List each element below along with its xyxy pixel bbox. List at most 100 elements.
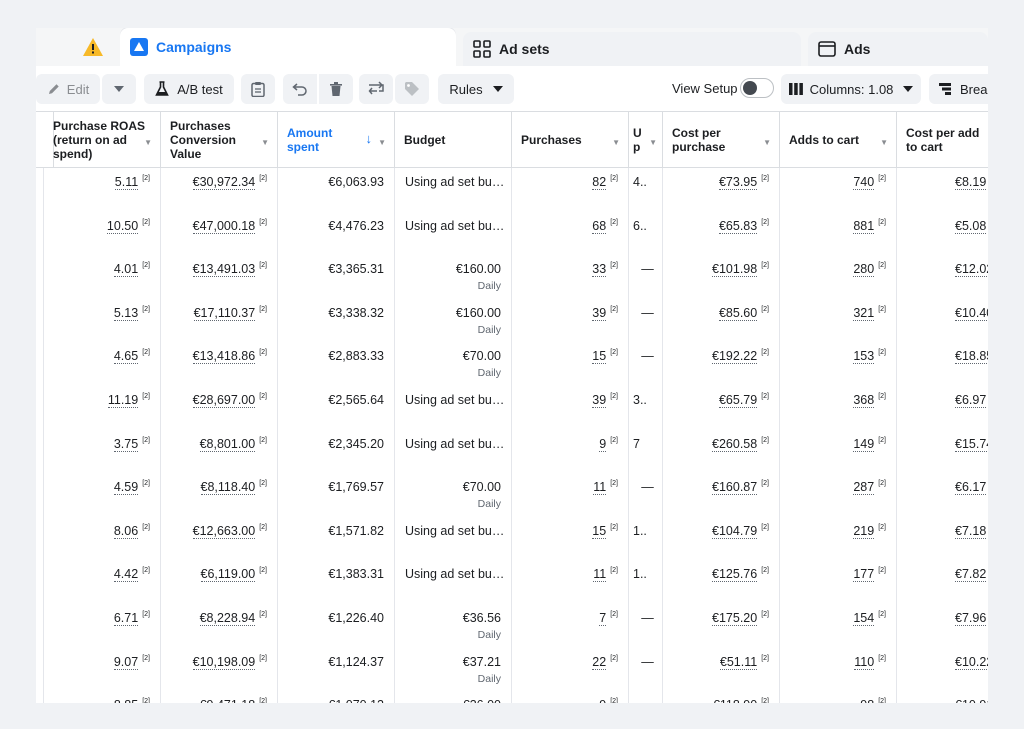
column-header-conversion-value[interactable]: Purchases Conversion Value ▼ bbox=[161, 112, 278, 168]
cell-adds-to-cart[interactable]: 881 [2] bbox=[780, 211, 897, 256]
warning-tab[interactable] bbox=[36, 28, 114, 66]
tab-campaigns[interactable]: Campaigns bbox=[120, 28, 456, 66]
cell-roas[interactable]: 11.19 [2] bbox=[44, 386, 161, 430]
cell-conversion-value[interactable]: €47,000.18 [2] bbox=[161, 211, 278, 256]
cell-purchases[interactable]: 68 [2] bbox=[512, 211, 629, 256]
table-row[interactable]: 9.07 [2] €10,198.09 [2] €1,124.37 €37.21 Daily… bbox=[36, 647, 988, 692]
edit-dropdown-button[interactable] bbox=[102, 74, 136, 104]
column-header-budget[interactable]: Budget bbox=[395, 112, 512, 168]
cell-conversion-value[interactable]: €8,228.94 [2] bbox=[161, 604, 278, 648]
cell-conversion-value[interactable]: €17,110.37 [2] bbox=[161, 298, 278, 343]
view-setup-toggle[interactable] bbox=[740, 78, 774, 98]
cell-conversion-value[interactable]: €8,801.00 [2] bbox=[161, 429, 278, 474]
cell-purchases[interactable]: 82 [2] bbox=[512, 168, 629, 212]
table-row[interactable]: 4.01 [2] €13,491.03 [2] €3,365.31 €160.00 Dail… bbox=[36, 255, 988, 299]
cell-adds-to-cart[interactable]: 153 [2] bbox=[780, 342, 897, 386]
cell-roas[interactable]: 4.42 [2] bbox=[44, 560, 161, 604]
cell-roas[interactable]: 10.50 [2] bbox=[44, 211, 161, 256]
cell-cost-per-add-to-cart[interactable]: €5.08 bbox=[897, 212, 988, 256]
table-row[interactable]: 4.42 [2] €6,119.00 [2] €1,383.31 Using ad set… bbox=[36, 560, 988, 604]
cell-cost-per-purchase[interactable]: €101.98 [2] bbox=[663, 255, 780, 299]
cell-roas[interactable]: 4.01 [2] bbox=[44, 255, 161, 299]
cell-conversion-value[interactable]: €13,418.86 [2] bbox=[161, 342, 278, 386]
table-row[interactable]: 10.50 [2] €47,000.18 [2] €4,476.23 Using ad s… bbox=[36, 211, 988, 256]
cell-cost-per-add-to-cart[interactable]: €7.96 bbox=[897, 604, 988, 648]
export-button[interactable] bbox=[359, 74, 393, 104]
cell-cost-per-add-to-cart[interactable]: €6.97 bbox=[897, 386, 988, 430]
table-row[interactable]: 4.59 [2] €8,118.40 [2] €1,769.57 €70.00 Daily 1… bbox=[36, 473, 988, 517]
columns-button[interactable]: Columns: 1.08 bbox=[781, 74, 921, 104]
cell-adds-to-cart[interactable]: 321 [2] bbox=[780, 298, 897, 343]
cell-cost-per-purchase[interactable]: €260.58 [2] bbox=[663, 429, 780, 474]
cell-conversion-value[interactable]: €28,697.00 [2] bbox=[161, 386, 278, 430]
cell-cost-per-purchase[interactable]: €65.83 [2] bbox=[663, 211, 780, 256]
tab-ads[interactable]: Ads bbox=[808, 32, 988, 66]
cell-conversion-value[interactable]: €12,663.00 [2] bbox=[161, 516, 278, 561]
ab-test-button[interactable]: A/B test bbox=[144, 74, 234, 104]
cell-cost-per-add-to-cart[interactable]: €8.19 bbox=[897, 168, 988, 212]
column-header-adds-to-cart[interactable]: Adds to cart ▼ bbox=[780, 112, 897, 168]
table-row[interactable]: 4.65 [2] €13,418.86 [2] €2,883.33 €70.00 Daily… bbox=[36, 342, 988, 386]
cell-roas[interactable]: 5.11 [2] bbox=[44, 168, 161, 212]
cell-cost-per-purchase[interactable]: €65.79 [2] bbox=[663, 386, 780, 430]
cell-cost-per-add-to-cart[interactable]: €18.85 bbox=[897, 342, 988, 386]
cell-purchases[interactable]: 11 [2] bbox=[512, 473, 629, 517]
cell-purchases[interactable]: 33 [2] bbox=[512, 255, 629, 299]
cell-cost-per-add-to-cart[interactable]: €10.40 bbox=[897, 299, 988, 343]
table-row[interactable]: 8.85[2]€9,471.18[2]€1,070.12€36.00Daily9… bbox=[36, 691, 988, 703]
cell-adds-to-cart[interactable]: 368 [2] bbox=[780, 386, 897, 430]
column-header-cost-per-add-to-cart[interactable]: Cost per add to cart bbox=[897, 112, 988, 168]
undo-button[interactable] bbox=[283, 74, 317, 104]
cell-cost-per-add-to-cart[interactable]: €7.18 bbox=[897, 517, 988, 561]
cell-cost-per-add-to-cart[interactable]: €12.02 bbox=[897, 255, 988, 299]
cell-cost-per-purchase[interactable]: €118.90[2] bbox=[663, 691, 780, 703]
cell-cost-per-add-to-cart[interactable]: €15.74 bbox=[897, 430, 988, 474]
cell-purchases[interactable]: 9[2] bbox=[512, 429, 629, 474]
cell-cost-per-add-to-cart[interactable]: €10.91 bbox=[897, 691, 988, 703]
table-row[interactable]: 6.71 [2] €8,228.94 [2] €1,226.40 €36.56 Daily 7… bbox=[36, 604, 988, 648]
cell-adds-to-cart[interactable]: 110 [2] bbox=[780, 647, 897, 692]
cell-conversion-value[interactable]: €6,119.00 [2] bbox=[161, 560, 278, 604]
cell-purchases[interactable]: 22 [2] bbox=[512, 647, 629, 692]
cell-cost-per-add-to-cart[interactable]: €7.82 bbox=[897, 560, 988, 604]
column-header-truncated[interactable]: U p ▼ bbox=[629, 112, 663, 168]
cell-purchases[interactable]: 39 [2] bbox=[512, 386, 629, 430]
tag-button[interactable] bbox=[395, 74, 429, 104]
cell-conversion-value[interactable]: €30,972.34 [2] bbox=[161, 168, 278, 212]
table-row[interactable]: 8.06 [2] €12,663.00 [2] €1,571.82 Using ad se… bbox=[36, 516, 988, 561]
cell-cost-per-purchase[interactable]: €104.79 [2] bbox=[663, 516, 780, 561]
cell-adds-to-cart[interactable]: 740 [2] bbox=[780, 168, 897, 212]
cell-roas[interactable]: 8.85[2] bbox=[44, 691, 161, 703]
cell-adds-to-cart[interactable]: 280 [2] bbox=[780, 255, 897, 299]
cell-cost-per-purchase[interactable]: €160.87 [2] bbox=[663, 473, 780, 517]
cell-roas[interactable]: 8.06 [2] bbox=[44, 516, 161, 561]
rules-button[interactable]: Rules bbox=[438, 74, 514, 104]
cell-cost-per-add-to-cart[interactable]: €6.17 bbox=[897, 473, 988, 517]
cell-cost-per-purchase[interactable]: €175.20 [2] bbox=[663, 604, 780, 648]
cell-conversion-value[interactable]: €9,471.18[2] bbox=[161, 691, 278, 703]
column-header-amount-spent[interactable]: Amount spent ↓ ▼ bbox=[278, 112, 395, 168]
cell-roas[interactable]: 9.07 [2] bbox=[44, 647, 161, 692]
cell-purchases[interactable]: 39 [2] bbox=[512, 298, 629, 343]
delete-button[interactable] bbox=[319, 74, 353, 104]
tab-ad-sets[interactable]: Ad sets bbox=[463, 32, 801, 66]
cell-cost-per-purchase[interactable]: €51.11 [2] bbox=[663, 647, 780, 692]
column-header-cost-per-purchase[interactable]: Cost per purchase ▼ bbox=[663, 112, 780, 168]
table-row[interactable]: 3.75 [2] €8,801.00 [2] €2,345.20 Using ad set… bbox=[36, 429, 988, 474]
cell-roas[interactable]: 5.13 [2] bbox=[44, 298, 161, 343]
cell-cost-per-purchase[interactable]: €73.95 [2] bbox=[663, 168, 780, 212]
breakdown-button[interactable]: Breal bbox=[929, 74, 988, 104]
cell-roas[interactable]: 6.71 [2] bbox=[44, 604, 161, 648]
duplicate-button[interactable] bbox=[241, 74, 275, 104]
cell-conversion-value[interactable]: €13,491.03 [2] bbox=[161, 255, 278, 299]
cell-purchases[interactable]: 11 [2] bbox=[512, 560, 629, 604]
cell-purchases[interactable]: 7 [2] bbox=[512, 604, 629, 648]
cell-adds-to-cart[interactable]: 219 [2] bbox=[780, 516, 897, 561]
cell-roas[interactable]: 4.65 [2] bbox=[44, 342, 161, 386]
table-row[interactable]: 11.19 [2] €28,697.00 [2] €2,565.64 Using ad s… bbox=[36, 386, 988, 430]
cell-roas[interactable]: 3.75 [2] bbox=[44, 429, 161, 474]
cell-purchases[interactable]: 15 [2] bbox=[512, 516, 629, 561]
cell-adds-to-cart[interactable]: 177 [2] bbox=[780, 560, 897, 604]
cell-conversion-value[interactable]: €8,118.40 [2] bbox=[161, 473, 278, 517]
cell-cost-per-purchase[interactable]: €125.76 [2] bbox=[663, 560, 780, 604]
